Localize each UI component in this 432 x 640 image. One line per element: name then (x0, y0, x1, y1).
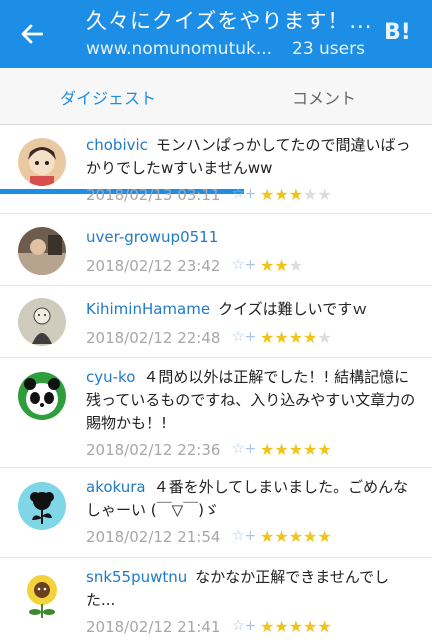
page-url[interactable]: www.nomunomutuk... (86, 38, 272, 60)
comment-date: 2018/02/12 23:42 (86, 257, 221, 275)
back-button[interactable] (14, 18, 50, 50)
comment-item[interactable]: chobivic モンハンぱっかしてたので間違いばっかりでしたwすいませんww 2… (0, 126, 432, 214)
star-plus-icon[interactable]: ☆+ (232, 186, 256, 202)
comment-item[interactable]: snk55puwtnu なかなか正解できませんでした... 2018/02/12 … (0, 558, 432, 640)
comment-date: 2018/02/12 21:41 (86, 618, 221, 636)
comment-item[interactable]: KihiminHamame クイズは難しいですｗ 2018/02/12 22:48… (0, 286, 432, 358)
star-rating: ★★★★★ (260, 527, 332, 546)
comment-item[interactable]: cyu-ko ４問め以外は正解でした！! 結構記憶に残っているものですね、入り込み… (0, 358, 432, 468)
comment-item[interactable]: uver-growup0511 2018/02/12 23:42 ☆+ ★★★ (0, 214, 432, 286)
star-plus-icon[interactable]: ☆+ (232, 441, 256, 457)
comment-text: KihiminHamame クイズは難しいですｗ (86, 298, 416, 321)
arrow-left-icon (21, 24, 43, 44)
comment-username[interactable]: akokura (86, 478, 146, 496)
comment-text: cyu-ko ４問め以外は正解でした！! 結構記憶に残っているものですね、入り込み… (86, 366, 416, 435)
avatar[interactable] (18, 138, 66, 186)
avatar[interactable] (18, 298, 66, 346)
star-rating: ★★★★★ (260, 617, 332, 636)
star-plus-icon[interactable]: ☆+ (232, 257, 256, 273)
comment-text: akokura ４番を外してしまいました。ごめんなしゃーい (￣▽￣)ゞ (86, 476, 416, 522)
app-header: 久々にクイズをやります！... www.nomunomutuk... 23 us… (0, 0, 432, 68)
comment-item[interactable]: akokura ４番を外してしまいました。ごめんなしゃーい (￣▽￣)ゞ 2018… (0, 468, 432, 558)
star-plus-icon[interactable]: ☆+ (232, 528, 256, 544)
comment-username[interactable]: KihiminHamame (86, 300, 210, 318)
avatar[interactable] (18, 372, 66, 420)
star-plus-icon[interactable]: ☆+ (232, 618, 256, 634)
avatar[interactable] (18, 482, 66, 530)
comment-username[interactable]: cyu-ko (86, 368, 135, 386)
bookmark-user-count[interactable]: 23 users (292, 38, 365, 60)
star-rating: ★★★★★ (260, 185, 332, 204)
comment-date: 2018/02/12 22:36 (86, 441, 221, 459)
comment-date: 2018/02/13 03:11 (86, 186, 221, 204)
star-rating: ★★★★★ (260, 440, 332, 459)
comment-list: chobivic モンハンぱっかしてたので間違いばっかりでしたwすいませんww 2… (0, 126, 432, 640)
hatena-bookmark-button[interactable]: B! (384, 20, 411, 45)
comment-username[interactable]: uver-growup0511 (86, 228, 218, 246)
star-plus-icon[interactable]: ☆+ (232, 329, 256, 345)
comment-date: 2018/02/12 21:54 (86, 528, 221, 546)
comment-text: snk55puwtnu なかなか正解できませんでした... (86, 566, 416, 612)
comment-body: クイズは難しいですｗ (218, 300, 368, 318)
page-title: 久々にクイズをやります！... (86, 9, 373, 33)
tab-digest[interactable]: ダイジェスト (0, 68, 216, 125)
star-rating: ★★★★★ (260, 328, 332, 347)
comment-text: chobivic モンハンぱっかしてたので間違いばっかりでしたwすいませんww (86, 134, 416, 180)
comment-date: 2018/02/12 22:48 (86, 329, 221, 347)
avatar[interactable] (18, 570, 66, 618)
comment-body: ４問め以外は正解でした！! 結構記憶に残っているものですね、入り込みやすい文章力… (86, 368, 416, 432)
comment-username[interactable]: chobivic (86, 136, 148, 154)
tab-bar: ダイジェスト コメント (0, 68, 432, 194)
comment-username[interactable]: snk55puwtnu (86, 568, 187, 586)
avatar[interactable] (18, 227, 66, 275)
comment-text: uver-growup0511 (86, 226, 416, 249)
star-rating: ★★★ (260, 256, 304, 275)
tab-comments[interactable]: コメント (216, 68, 432, 125)
